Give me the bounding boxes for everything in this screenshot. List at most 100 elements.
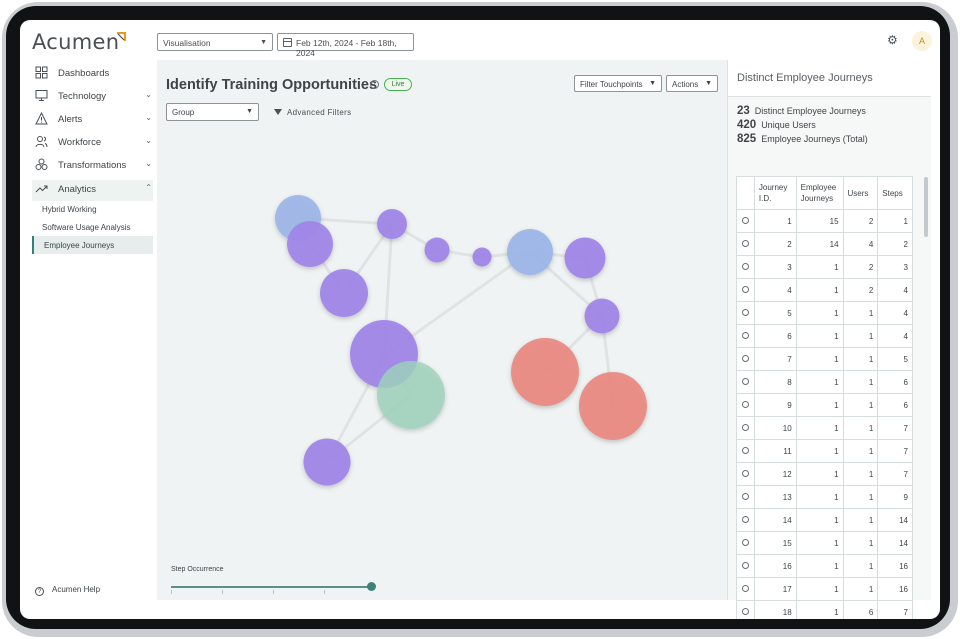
row-radio[interactable] xyxy=(741,607,749,615)
table-row[interactable]: 5114 xyxy=(736,301,913,325)
row-select-cell[interactable] xyxy=(736,531,755,555)
table-cell: 2 xyxy=(753,232,797,256)
row-radio[interactable] xyxy=(741,538,749,546)
graph-node[interactable] xyxy=(472,247,492,267)
row-radio[interactable] xyxy=(741,400,749,408)
column-header-employee-journeys[interactable]: Employee Journeys xyxy=(795,176,844,210)
table-row[interactable]: 4124 xyxy=(736,278,913,302)
table-cell: 1 xyxy=(795,416,844,440)
sidebar-subitem-software-usage[interactable]: Software Usage Analysis xyxy=(32,218,153,236)
column-header-users[interactable]: Users xyxy=(842,176,879,210)
table-cell: 1 xyxy=(795,600,844,619)
sidebar-item-workforce[interactable]: Workforce ⌄ xyxy=(32,132,152,152)
row-select-cell[interactable] xyxy=(736,347,755,371)
row-select-cell[interactable] xyxy=(736,600,755,619)
sidebar-item-transformations[interactable]: Transformations ⌄ xyxy=(32,155,152,175)
table-cell: 3 xyxy=(877,255,913,279)
sidebar-item-dashboards[interactable]: Dashboards xyxy=(32,63,152,83)
row-select-cell[interactable] xyxy=(736,278,755,302)
chevron-down-icon: ⌄ xyxy=(145,90,152,99)
graph-node[interactable] xyxy=(377,209,407,239)
table-cell: 8 xyxy=(753,370,797,394)
sidebar-subitem-hybrid-working[interactable]: Hybrid Working xyxy=(32,200,153,218)
graph-node[interactable] xyxy=(511,338,579,406)
row-radio[interactable] xyxy=(741,515,749,523)
gear-icon[interactable]: ⚙ xyxy=(887,34,899,46)
row-radio[interactable] xyxy=(741,285,749,293)
sidebar-item-alerts[interactable]: Alerts ⌄ xyxy=(32,109,152,129)
sidebar-subitem-employee-journeys[interactable]: Employee Journeys xyxy=(32,236,153,254)
row-select-cell[interactable] xyxy=(736,370,755,394)
row-radio[interactable] xyxy=(741,423,749,431)
column-header-steps[interactable]: Steps xyxy=(877,176,913,210)
avatar[interactable]: A xyxy=(912,31,932,51)
row-select-cell[interactable] xyxy=(736,393,755,417)
row-select-cell[interactable] xyxy=(736,577,755,601)
date-range-picker[interactable]: Feb 12th, 2024 - Feb 18th, 2024 xyxy=(277,33,414,58)
graph-node[interactable] xyxy=(507,229,553,275)
row-select-cell[interactable] xyxy=(736,462,755,486)
table-row[interactable]: 6114 xyxy=(736,324,913,348)
row-select-cell[interactable] xyxy=(736,416,755,440)
row-radio[interactable] xyxy=(741,469,749,477)
slider-thumb[interactable] xyxy=(367,582,376,591)
table-row[interactable]: 16 1 1 16 xyxy=(736,554,913,578)
help-link[interactable]: ? Acumen Help xyxy=(35,585,100,596)
table-row[interactable]: 10 1 1 7 xyxy=(736,416,913,440)
graph-node[interactable] xyxy=(303,438,351,486)
column-header-journey-id[interactable]: Journey I.D. xyxy=(753,176,797,210)
row-radio[interactable] xyxy=(741,584,749,592)
table-cell: 1 xyxy=(795,255,844,279)
step-occurrence-slider[interactable] xyxy=(171,582,376,594)
row-radio[interactable] xyxy=(741,262,749,270)
row-radio[interactable] xyxy=(741,308,749,316)
graph-node[interactable] xyxy=(320,269,368,317)
graph-node[interactable] xyxy=(424,237,450,263)
table-row[interactable]: 17 1 1 16 xyxy=(736,577,913,601)
graph-node[interactable] xyxy=(579,372,647,440)
table-cell: 16 xyxy=(753,554,797,578)
graph-node[interactable] xyxy=(584,298,620,334)
graph-node[interactable] xyxy=(287,221,333,267)
row-radio[interactable] xyxy=(741,331,749,339)
row-radio[interactable] xyxy=(741,239,749,247)
row-select-cell[interactable] xyxy=(736,232,755,256)
row-select-cell[interactable] xyxy=(736,485,755,509)
row-radio[interactable] xyxy=(741,377,749,385)
table-row[interactable]: 3123 xyxy=(736,255,913,279)
row-select-cell[interactable] xyxy=(736,439,755,463)
table-row[interactable]: 2 14 4 2 xyxy=(736,232,913,256)
row-select-cell[interactable] xyxy=(736,209,755,233)
table-cell: 15 xyxy=(795,209,844,233)
sidebar-item-analytics[interactable]: Analytics ⌃ xyxy=(32,179,152,199)
table-row[interactable]: 11 1 1 7 xyxy=(736,439,913,463)
graph-node[interactable] xyxy=(564,237,606,279)
table-cell: 1 xyxy=(795,301,844,325)
row-select-cell[interactable] xyxy=(736,508,755,532)
table-row[interactable]: 1 15 2 1 xyxy=(736,209,913,233)
table-row[interactable]: 18 1 6 7 xyxy=(736,600,913,619)
table-scrollbar[interactable] xyxy=(924,177,928,237)
people-icon xyxy=(35,136,48,148)
table-row[interactable]: 14 1 1 14 xyxy=(736,508,913,532)
table-row[interactable]: 13 1 1 9 xyxy=(736,485,913,509)
row-radio[interactable] xyxy=(741,561,749,569)
table-row[interactable]: 8116 xyxy=(736,370,913,394)
row-select-cell[interactable] xyxy=(736,301,755,325)
row-select-cell[interactable] xyxy=(736,554,755,578)
row-radio[interactable] xyxy=(741,354,749,362)
table-cell: 1 xyxy=(795,577,844,601)
table-row[interactable]: 12 1 1 7 xyxy=(736,462,913,486)
row-select-cell[interactable] xyxy=(736,255,755,279)
sidebar-item-technology[interactable]: Technology ⌄ xyxy=(32,86,152,106)
row-select-cell[interactable] xyxy=(736,324,755,348)
view-select[interactable]: Visualisation ▼ xyxy=(157,33,273,51)
table-row[interactable]: 7115 xyxy=(736,347,913,371)
graph-node[interactable] xyxy=(377,361,445,429)
row-radio[interactable] xyxy=(741,446,749,454)
row-radio[interactable] xyxy=(741,216,749,224)
table-row[interactable]: 9116 xyxy=(736,393,913,417)
row-radio[interactable] xyxy=(741,492,749,500)
table-row[interactable]: 15 1 1 14 xyxy=(736,531,913,555)
slider-track xyxy=(171,586,372,588)
